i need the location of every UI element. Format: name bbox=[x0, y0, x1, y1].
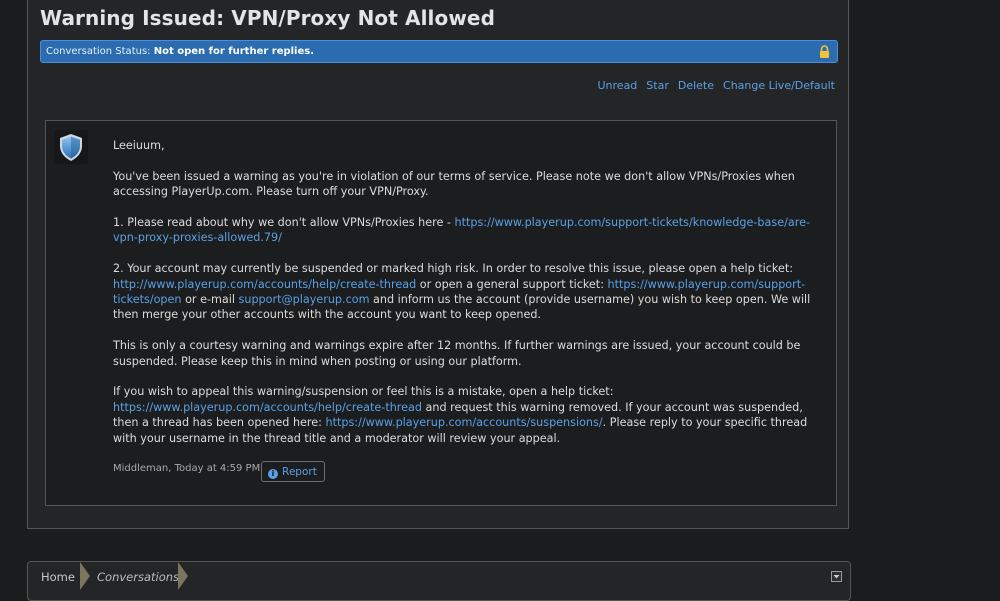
paragraph-text: 2. Your account may currently be suspend… bbox=[113, 262, 794, 276]
report-button[interactable]: i Report bbox=[261, 461, 325, 482]
paragraph-read-about: 1. Please read about why we don't allow … bbox=[113, 215, 818, 246]
paragraph-text: If you wish to appeal this warning/suspe… bbox=[113, 385, 614, 399]
breadcrumb: Home Conversations bbox=[27, 561, 851, 601]
paragraph-suspended: 2. Your account may currently be suspend… bbox=[113, 261, 818, 323]
breadcrumb-separator-icon bbox=[80, 562, 90, 590]
lock-icon bbox=[820, 45, 829, 58]
delete-link[interactable]: Delete bbox=[678, 79, 714, 92]
status-label: Conversation Status: bbox=[46, 46, 151, 57]
appeal-create-thread-link[interactable]: https://www.playerup.com/accounts/help/c… bbox=[113, 401, 422, 414]
paragraph-text: 1. Please read about why we don't allow … bbox=[113, 216, 455, 229]
status-value: Not open for further replies. bbox=[153, 46, 315, 57]
message-body: Leeiuum, You've been issued a warning as… bbox=[113, 138, 818, 461]
suspensions-link[interactable]: https://www.playerup.com/accounts/suspen… bbox=[326, 416, 603, 429]
conversation-actions: Unread Star Delete Change Live/Default bbox=[589, 79, 836, 92]
paragraph-text: or open a general support ticket: bbox=[416, 277, 608, 291]
support-email-link[interactable]: support@playerup.com bbox=[239, 293, 370, 306]
breadcrumb-home[interactable]: Home bbox=[41, 570, 75, 584]
paragraph-courtesy: This is only a courtesy warning and warn… bbox=[113, 339, 801, 368]
avatar[interactable] bbox=[54, 130, 88, 164]
unread-link[interactable]: Unread bbox=[598, 79, 638, 92]
chevron-down-icon[interactable] bbox=[831, 571, 842, 582]
change-live-default-link[interactable]: Change Live/Default bbox=[723, 79, 835, 92]
breadcrumb-conversations[interactable]: Conversations bbox=[97, 570, 179, 584]
message-meta: Middleman, Today at 4:59 PM bbox=[113, 463, 261, 474]
paragraph-violation: You've been issued a warning as you're i… bbox=[113, 169, 795, 199]
conversation-status-bar: Conversation Status: Not open for furthe… bbox=[40, 40, 838, 63]
report-label: Report bbox=[282, 466, 317, 478]
breadcrumb-separator-icon bbox=[178, 562, 188, 590]
paragraph-appeal: If you wish to appeal this warning/suspe… bbox=[113, 384, 818, 446]
star-link[interactable]: Star bbox=[646, 79, 669, 92]
create-thread-link[interactable]: http://www.playerup.com/accounts/help/cr… bbox=[113, 278, 416, 291]
page-title: Warning Issued: VPN/Proxy Not Allowed bbox=[40, 6, 495, 30]
shield-icon bbox=[60, 134, 82, 161]
paragraph-text: or e-mail bbox=[181, 293, 239, 307]
greeting: Leeiuum, bbox=[113, 139, 165, 152]
info-icon: i bbox=[268, 469, 278, 479]
